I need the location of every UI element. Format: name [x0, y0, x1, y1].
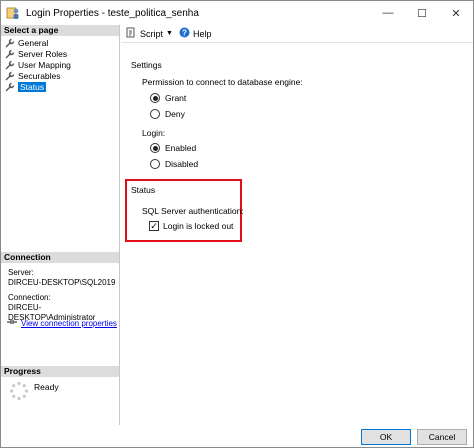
- login-label: Login:: [142, 128, 166, 138]
- page-item-label: Securables: [18, 70, 61, 81]
- page-item-general[interactable]: General: [1, 37, 119, 48]
- login-properties-window: Login Properties - teste_politica_senha …: [0, 0, 474, 448]
- enabled-radio[interactable]: [150, 143, 160, 153]
- grant-label: Grant: [165, 93, 187, 103]
- help-button[interactable]: ? Help: [179, 27, 212, 40]
- server-label: Server:: [8, 268, 34, 277]
- status-label: Status: [131, 185, 156, 195]
- grant-radio-option[interactable]: Grant: [150, 93, 186, 103]
- help-icon: ?: [179, 27, 193, 40]
- wrench-icon: [5, 49, 15, 59]
- script-icon: [126, 27, 140, 40]
- wrench-icon: [5, 71, 15, 81]
- view-connection-properties[interactable]: View connection properties: [6, 317, 117, 329]
- connection-header: Connection: [1, 252, 119, 263]
- grant-radio[interactable]: [150, 93, 160, 103]
- ok-button[interactable]: OK: [361, 429, 411, 445]
- enabled-radio-option[interactable]: Enabled: [150, 143, 196, 153]
- page-item-user-mapping[interactable]: User Mapping: [1, 59, 119, 70]
- deny-radio[interactable]: [150, 109, 160, 119]
- cancel-button[interactable]: Cancel: [417, 429, 467, 445]
- window-title: Login Properties - teste_politica_senha: [26, 7, 199, 19]
- wrench-icon: [5, 82, 15, 92]
- left-pane: Select a page General Server Roles User …: [1, 25, 120, 425]
- connection-label: Connection:: [8, 293, 51, 302]
- progress-header: Progress: [1, 366, 119, 377]
- disabled-radio-option[interactable]: Disabled: [150, 159, 198, 169]
- connection-info: Server: DIRCEU-DESKTOP\SQL2019 Connectio…: [8, 268, 120, 323]
- window-controls: — ☐ ✕: [371, 1, 473, 25]
- wrench-icon: [5, 60, 15, 70]
- page-item-label: General: [18, 37, 49, 48]
- page-list: General Server Roles User Mapping Secura…: [1, 36, 119, 92]
- title-bar[interactable]: Login Properties - teste_politica_senha …: [1, 1, 473, 25]
- server-value: DIRCEU-DESKTOP\SQL2019: [8, 278, 116, 287]
- app-icon: [6, 6, 20, 20]
- page-item-securables[interactable]: Securables: [1, 70, 119, 81]
- dialog-buttons: OK Cancel: [1, 425, 473, 447]
- page-item-label: User Mapping: [18, 59, 71, 70]
- page-item-status[interactable]: Status: [1, 81, 119, 92]
- page-item-label: Server Roles: [18, 48, 68, 59]
- script-label: Script: [140, 28, 164, 39]
- close-button[interactable]: ✕: [439, 1, 473, 25]
- deny-label: Deny: [165, 109, 185, 119]
- deny-radio-option[interactable]: Deny: [150, 109, 185, 119]
- minimize-button[interactable]: —: [371, 1, 405, 25]
- maximize-button[interactable]: ☐: [405, 1, 439, 25]
- locked-out-label: Login is locked out: [163, 221, 234, 231]
- svg-text:?: ?: [182, 28, 187, 37]
- script-button[interactable]: Script ▼: [126, 27, 173, 40]
- connection-icon: [6, 317, 18, 329]
- progress-status: Ready: [34, 382, 59, 392]
- page-item-server-roles[interactable]: Server Roles: [1, 48, 119, 59]
- locked-out-option[interactable]: ✓ Login is locked out: [149, 221, 233, 231]
- settings-label: Settings: [131, 60, 162, 70]
- wrench-icon: [5, 38, 15, 48]
- enabled-label: Enabled: [165, 143, 197, 153]
- toolbar: Script ▼ ? Help: [121, 25, 473, 43]
- help-label: Help: [192, 28, 212, 39]
- main-pane: Script ▼ ? Help Settings Permission to c…: [121, 25, 473, 425]
- disabled-label: Disabled: [165, 159, 199, 169]
- chevron-down-icon[interactable]: ▼: [166, 30, 173, 37]
- page-item-label: Status: [18, 81, 47, 92]
- locked-out-checkbox[interactable]: ✓: [149, 221, 159, 231]
- spinner-icon: [9, 381, 29, 401]
- disabled-radio[interactable]: [150, 159, 160, 169]
- view-connection-link[interactable]: View connection properties: [21, 319, 117, 328]
- sql-auth-label: SQL Server authentication:: [142, 206, 244, 216]
- permission-label: Permission to connect to database engine…: [142, 77, 303, 87]
- select-page-header: Select a page: [1, 25, 119, 36]
